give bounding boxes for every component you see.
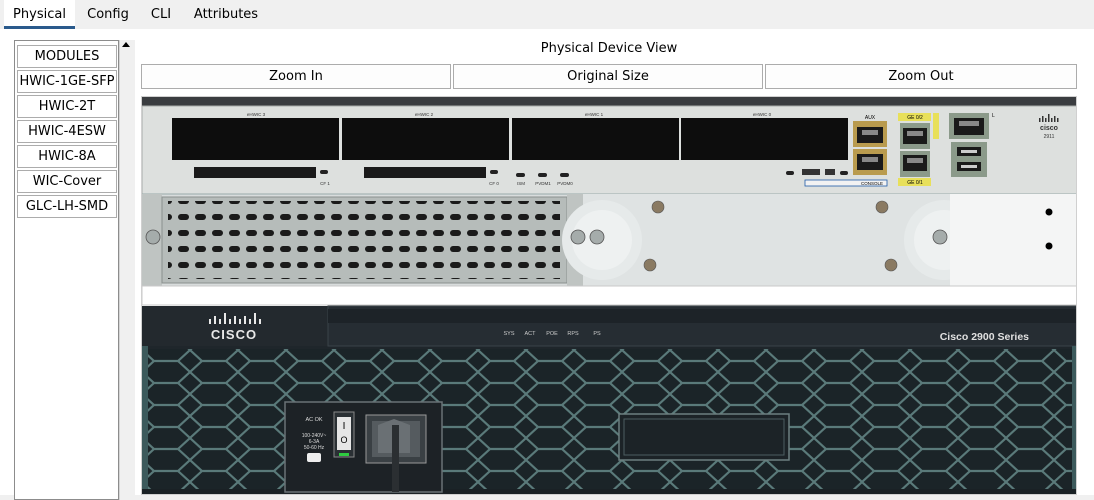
svg-text:O: O <box>340 435 347 445</box>
tab-config[interactable]: Config <box>80 0 136 29</box>
module-item[interactable]: GLC-LH-SMD <box>17 195 117 218</box>
module-item[interactable]: HWIC-8A <box>17 145 117 168</box>
front-panel: CISCO SYS ACT POE RPS PS Cisco 2900 Seri… <box>142 305 1076 494</box>
brand-small: cisco <box>1040 125 1058 132</box>
ac-ok-label: AC OK <box>305 417 322 423</box>
console-label: CONSOLE <box>861 181 883 186</box>
status-led-label: POE <box>546 331 558 337</box>
zoom-in-button[interactable]: Zoom In <box>141 64 451 89</box>
rear-panel: eHWIC 3 eHWIC 2 eHWIC 1 eHWIC 0 CF 1 CF … <box>142 97 1076 287</box>
ehwic-label: eHWIC 3 <box>247 112 266 117</box>
ehwic-slot-3[interactable]: eHWIC 3 <box>172 112 339 160</box>
tab-cli[interactable]: CLI <box>143 0 179 29</box>
svg-text:GE 0/1: GE 0/1 <box>907 180 923 186</box>
module-list-header[interactable]: MODULES <box>17 45 117 68</box>
module-list-scrollbar[interactable] <box>119 40 135 500</box>
original-size-button[interactable]: Original Size <box>453 64 763 89</box>
power-supply[interactable]: AC OK 100-240V~ 6-3A 50-60 Hz I O <box>284 401 443 493</box>
ehwic-slot-2[interactable]: eHWIC 2 <box>342 112 509 160</box>
zoom-out-button[interactable]: Zoom Out <box>765 64 1077 89</box>
module-item[interactable]: HWIC-4ESW <box>17 120 117 143</box>
status-led-label: PS <box>593 331 601 337</box>
tab-physical[interactable]: Physical <box>4 0 75 29</box>
ehwic-slot-1[interactable]: eHWIC 1 <box>512 112 679 160</box>
led-label: ISM <box>517 181 525 186</box>
tab-bar: Physical Config CLI Attributes <box>0 0 1094 29</box>
usb-ports[interactable] <box>951 142 987 177</box>
status-led-label: ACT <box>525 331 537 337</box>
status-led-label: RPS <box>567 331 579 337</box>
svg-text:I: I <box>343 421 346 432</box>
cf-slot-0[interactable] <box>364 167 486 178</box>
svg-text:L: L <box>992 113 995 119</box>
front-brand: CISCO <box>211 327 257 342</box>
led-label: PVDM0 <box>557 181 573 186</box>
ehwic-label: eHWIC 1 <box>585 112 604 117</box>
console-port[interactable] <box>853 149 887 175</box>
ge-0-1-port[interactable]: GE 0/1 <box>898 151 931 186</box>
status-led-label: SYS <box>503 331 514 337</box>
cf-slot-1[interactable] <box>194 167 316 178</box>
svg-text:AUX: AUX <box>865 115 876 121</box>
module-item[interactable]: HWIC-1GE-SFP <box>17 70 117 93</box>
led-label: PVDM1 <box>535 181 551 186</box>
series-label: Cisco 2900 Series <box>940 331 1029 343</box>
model-small: 2911 <box>1044 134 1055 140</box>
svg-text:50-60 Hz: 50-60 Hz <box>304 445 325 451</box>
ethernet-port[interactable]: L <box>949 113 995 139</box>
cf-label: CF 0 <box>489 181 499 186</box>
power-switch[interactable]: I O <box>337 417 351 450</box>
ehwic-slot-0[interactable]: eHWIC 0 <box>681 112 848 160</box>
module-list: MODULES HWIC-1GE-SFP HWIC-2T HWIC-4ESW H… <box>14 40 119 500</box>
ehwic-label: eHWIC 2 <box>415 112 434 117</box>
phone-icon <box>307 453 321 462</box>
ehwic-label: eHWIC 0 <box>753 112 772 117</box>
module-item[interactable]: WIC-Cover <box>17 170 117 193</box>
module-item[interactable]: HWIC-2T <box>17 95 117 118</box>
view-title: Physical Device View <box>540 41 678 56</box>
scroll-up-arrow-icon[interactable] <box>122 42 130 47</box>
device-view: eHWIC 3 eHWIC 2 eHWIC 1 eHWIC 0 CF 1 CF … <box>141 96 1077 495</box>
tab-attributes[interactable]: Attributes <box>187 0 265 29</box>
svg-text:GE 0/2: GE 0/2 <box>907 115 923 121</box>
cf-label: CF 1 <box>320 181 330 186</box>
ge-0-2-port[interactable]: GE 0/2 <box>898 113 931 149</box>
